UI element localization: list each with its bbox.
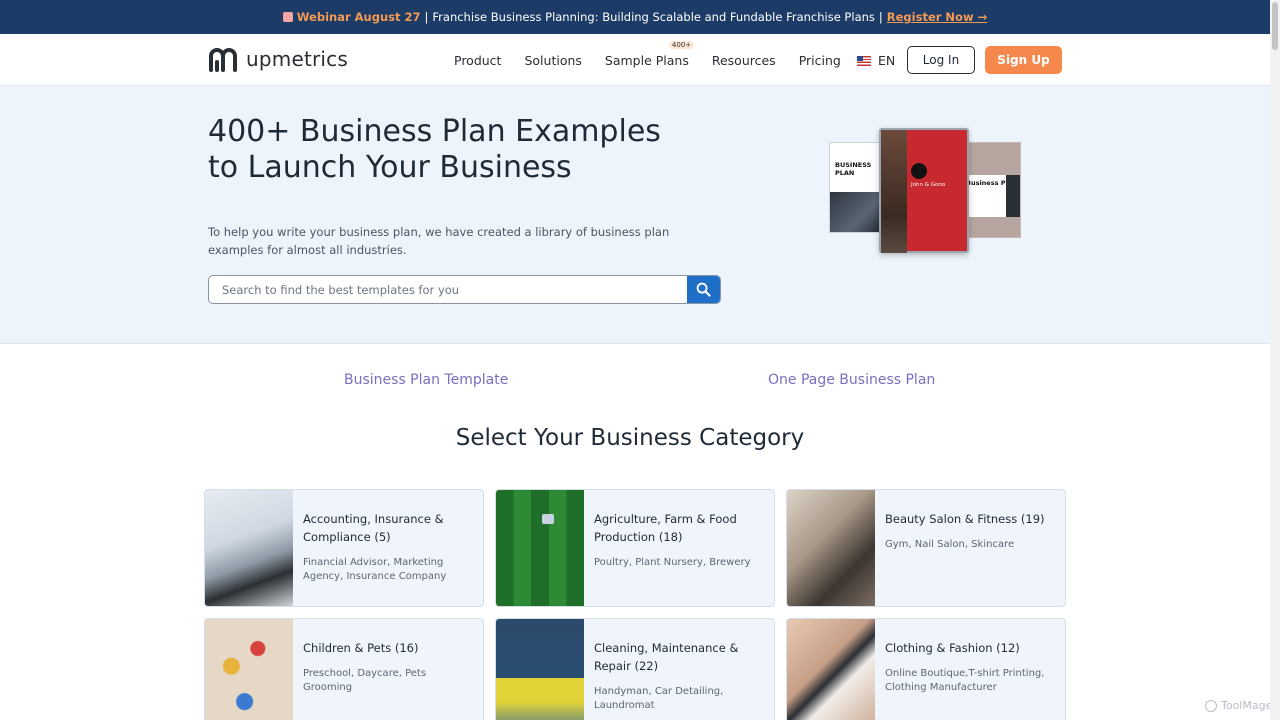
brochure-logo-icon bbox=[911, 163, 927, 179]
brochure-left-photo bbox=[830, 192, 886, 232]
brochure-right-photo bbox=[1006, 175, 1020, 217]
search-input[interactable] bbox=[209, 276, 684, 303]
brochure-center-name: John & Gono bbox=[911, 182, 946, 188]
promo-banner: Webinar August 27 | Franchise Business P… bbox=[0, 0, 1270, 34]
category-image bbox=[205, 490, 293, 606]
promo-separator: | bbox=[424, 10, 429, 24]
category-image bbox=[787, 619, 875, 720]
category-subcategories: Financial Advisor, Marketing Agency, Ins… bbox=[303, 557, 447, 582]
category-subcategories: Poultry, Plant Nursery, Brewery bbox=[594, 557, 751, 568]
language-label: EN bbox=[878, 53, 896, 68]
login-button[interactable]: Log In bbox=[907, 46, 975, 74]
brochure-right: Business Plan bbox=[961, 142, 1021, 238]
category-subcategories: Preschool, Daycare, Pets Grooming bbox=[303, 668, 427, 693]
search-button[interactable] bbox=[687, 276, 720, 303]
sample-plans-badge: 400+ bbox=[668, 40, 695, 49]
category-image bbox=[496, 490, 584, 606]
category-title: Beauty Salon & Fitness (19) bbox=[885, 512, 1045, 526]
watermark-icon bbox=[1205, 699, 1217, 712]
register-now-link[interactable]: Register Now → bbox=[887, 10, 987, 24]
upmetrics-logo-icon bbox=[209, 48, 237, 72]
category-card-children[interactable]: Children & Pets (16) Preschool, Daycare,… bbox=[204, 618, 484, 720]
nav-pricing[interactable]: Pricing bbox=[799, 53, 841, 68]
main-nav: Product Solutions Sample Plans 400+ Reso… bbox=[454, 34, 841, 86]
category-image bbox=[205, 619, 293, 720]
logo-text: upmetrics bbox=[246, 47, 348, 71]
hero-title: 400+ Business Plan Examples to Launch Yo… bbox=[208, 114, 661, 185]
category-card-beauty[interactable]: Beauty Salon & Fitness (19) Gym, Nail Sa… bbox=[786, 489, 1066, 607]
scrollbar-thumb[interactable] bbox=[1272, 2, 1278, 50]
site-header: upmetrics Product Solutions Sample Plans… bbox=[0, 34, 1270, 86]
section-title: Select Your Business Category bbox=[455, 425, 805, 451]
brochure-center: John & Gono bbox=[879, 128, 969, 253]
category-title: Accounting, Insurance & Compliance (5) bbox=[303, 512, 444, 544]
category-image bbox=[787, 490, 875, 606]
promo-webinar-date: Webinar August 27 bbox=[296, 10, 421, 24]
search-icon bbox=[696, 282, 711, 297]
nav-solutions[interactable]: Solutions bbox=[524, 53, 581, 68]
category-title: Cleaning, Maintenance & Repair (22) bbox=[594, 641, 739, 673]
signup-button[interactable]: Sign Up bbox=[985, 46, 1062, 74]
category-card-accounting[interactable]: Accounting, Insurance & Compliance (5) F… bbox=[204, 489, 484, 607]
business-plan-template-link[interactable]: Business Plan Template bbox=[344, 372, 508, 388]
category-title: Children & Pets (16) bbox=[303, 641, 419, 655]
promo-text: Franchise Business Planning: Building Sc… bbox=[432, 10, 875, 24]
promo-separator-2: | bbox=[878, 10, 883, 24]
search-bar bbox=[208, 275, 721, 304]
category-card-cleaning[interactable]: Cleaning, Maintenance & Repair (22) Hand… bbox=[495, 618, 775, 720]
hero-description: To help you write your business plan, we… bbox=[208, 225, 670, 257]
us-flag-icon bbox=[857, 55, 871, 66]
tractor-shape bbox=[542, 514, 554, 524]
logo[interactable]: upmetrics bbox=[208, 45, 348, 73]
nav-resources[interactable]: Resources bbox=[712, 53, 776, 68]
nav-product[interactable]: Product bbox=[454, 53, 501, 68]
category-subcategories: Gym, Nail Salon, Skincare bbox=[885, 539, 1015, 550]
nav-sample-plans-label: Sample Plans bbox=[604, 52, 689, 68]
watermark-text: ToolMage bbox=[1221, 699, 1273, 712]
nav-sample-plans[interactable]: Sample Plans 400+ bbox=[604, 40, 695, 68]
language-selector[interactable]: EN bbox=[857, 53, 895, 68]
category-card-agriculture[interactable]: Agriculture, Farm & Food Production (18)… bbox=[495, 489, 775, 607]
category-subcategories: Online Boutique,T-shirt Printing, Clothi… bbox=[885, 668, 1045, 693]
one-page-business-plan-link[interactable]: One Page Business Plan bbox=[768, 372, 935, 388]
page-scrollbar[interactable] bbox=[1270, 0, 1280, 720]
category-image bbox=[496, 619, 584, 720]
category-card-clothing[interactable]: Clothing & Fashion (12) Online Boutique,… bbox=[786, 618, 1066, 720]
category-title: Clothing & Fashion (12) bbox=[885, 641, 1020, 655]
hero-section: 400+ Business Plan Examples to Launch Yo… bbox=[0, 86, 1270, 344]
brochure-left-title: BUSINESS PLAN bbox=[835, 161, 872, 177]
calendar-icon bbox=[282, 12, 293, 22]
category-subcategories: Handyman, Car Detailing, Laundromat bbox=[594, 686, 724, 711]
brochure-center-photo bbox=[881, 130, 907, 253]
business-plan-brochures-image: BUSINESS PLAN Business Plan John & Gono bbox=[829, 128, 1021, 253]
category-title: Agriculture, Farm & Food Production (18) bbox=[594, 512, 737, 544]
brochure-left: BUSINESS PLAN bbox=[829, 142, 886, 233]
watermark: ToolMage bbox=[1205, 699, 1272, 712]
